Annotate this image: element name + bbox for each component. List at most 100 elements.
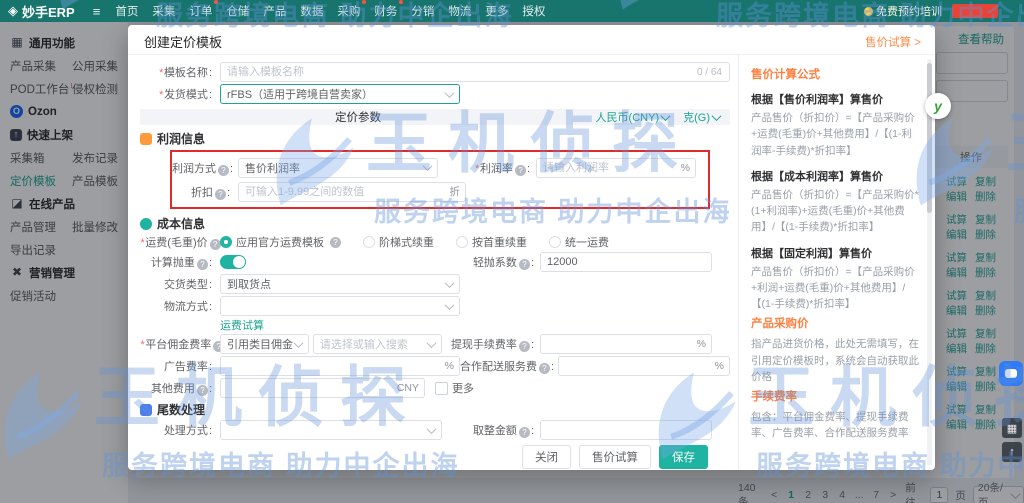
help-section-body: 包含：平台佣金费率、提现手续费率、广告费率、合作配送服务费率 (751, 411, 909, 440)
brand-name: 妙手ERP (22, 4, 75, 20)
freight-option-3[interactable]: 按首重续重 (456, 234, 527, 250)
badge-dot (214, 0, 219, 4)
price-trial-header-link[interactable]: 售价试算 > (865, 34, 921, 50)
profit-rate-label: *利润率? (438, 160, 530, 176)
info-icon: ? (518, 341, 530, 352)
logistics-select[interactable] (220, 296, 460, 316)
delivery-type-select[interactable]: 到取货点 (220, 274, 460, 294)
discount-input[interactable] (238, 181, 466, 202)
annotation-red-box: 利润方式? 售价利润率 *利润率? % (170, 150, 710, 209)
nav-item-2[interactable]: 采集 (152, 3, 175, 19)
price-params-title: 定价参数 (335, 112, 381, 124)
pricing-form: *模板名称 0 / 64 *发货模式 rFBS（适用于跨境自营卖家） 定价参数 (128, 55, 738, 470)
topbar-right: 免费预约培训 (864, 3, 1024, 19)
chat-widget-button[interactable] (999, 361, 1023, 386)
chevron-down-icon (444, 87, 455, 98)
hamburger-icon[interactable]: ≡ (85, 4, 109, 19)
chevron-down-icon (444, 277, 455, 288)
coop-fee-input[interactable] (558, 356, 730, 376)
other-fee-row: 其他费用? CNY 更多 (140, 378, 730, 398)
tail-section-header: 尾数处理 (140, 401, 730, 418)
tail-section-icon (140, 403, 152, 416)
profit-mode-select[interactable]: 售价利润率 (238, 157, 438, 178)
modal-footer: 关闭 售价试算 保存 (140, 441, 730, 471)
profit-mode-label: 利润方式? (172, 160, 230, 176)
help-formula-title: 根据【固定利润】算售价 (751, 247, 872, 260)
currency-select[interactable]: 人民币(CNY) (596, 109, 671, 125)
light-coef-input[interactable] (540, 252, 712, 272)
throw-weight-row: 计算抛重? 轻抛系数? (140, 252, 730, 272)
commission-ref-select[interactable]: 引用类目佣金 (220, 334, 309, 354)
nav-item-1[interactable]: 首页 (115, 3, 138, 19)
save-button[interactable]: 保存 (659, 445, 708, 469)
chevron-down-icon (293, 337, 304, 348)
ad-rate-input[interactable] (220, 356, 460, 376)
nav-item-7[interactable]: 采购 (337, 0, 367, 19)
help-section-body: 指产品进货价格，此处无需填写，在引用定价模板时，系统会自动获取此价格 (751, 338, 919, 383)
profit-rate-input[interactable] (536, 157, 696, 178)
help-content: 售价计算公式 根据【售价利润率】算售价 产品售价（折扣价）=【产品采购价+运费(毛重… (751, 66, 919, 442)
promo-button[interactable] (952, 4, 998, 18)
delivery-type-row: 交货类型 到取货点 (140, 274, 730, 294)
freight-label: *运费(毛重)价? (140, 234, 221, 250)
chat-icon (1005, 369, 1017, 378)
nav-item-12[interactable]: 授权 (522, 3, 545, 19)
discount-label: 折扣? (172, 184, 230, 200)
modal-title: 创建定价模板 (144, 35, 223, 50)
back-to-top-button[interactable]: ↑ (1002, 442, 1022, 462)
chevron-down-icon (711, 110, 722, 121)
nav-item-3[interactable]: 订单 (189, 0, 219, 19)
round-amount-input[interactable] (540, 420, 712, 440)
commission-category-select[interactable]: 请选择或输入搜索 (312, 334, 442, 354)
ad-rate-row: 广告费率 % 合作配送服务费? % (140, 356, 730, 376)
price-params-bar: 定价参数 人民币(CNY) 克(G) (140, 109, 730, 125)
badge-dot (399, 0, 404, 4)
chevron-down-icon (422, 161, 433, 172)
other-fee-label: 其他费用? (140, 380, 212, 396)
price-trial-button[interactable]: 售价试算 (579, 445, 651, 469)
chevron-down-icon (444, 299, 455, 310)
tail-mode-row: 处理方式 取整金额? (140, 420, 730, 440)
other-fee-input[interactable] (220, 378, 425, 398)
withdraw-fee-label: 提现手续费率? (442, 336, 534, 352)
assistant-widget[interactable]: y (925, 93, 951, 119)
ship-mode-select[interactable]: rFBS（适用于跨境自营卖家） (220, 84, 460, 104)
nav-item-11[interactable]: 更多 (485, 3, 508, 19)
scrollbar-thumb[interactable] (927, 63, 932, 213)
radio-icon (456, 236, 468, 248)
nav-item-8[interactable]: 财务 (374, 0, 404, 19)
nav-item-5[interactable]: 产品 (263, 3, 286, 19)
training-link[interactable]: 免费预约培训 (864, 3, 942, 19)
qr-widget-button[interactable]: ▦ (1002, 418, 1022, 438)
freight-option-2[interactable]: 阶梯式续重 (363, 234, 434, 250)
nav-item-9[interactable]: 分销 (411, 3, 434, 19)
arrow-up-icon: ↑ (1009, 446, 1015, 458)
template-name-input[interactable] (220, 62, 730, 82)
freight-trial-link[interactable]: 运费试算 (220, 317, 730, 333)
nav-item-4[interactable]: 仓储 (226, 3, 249, 19)
more-checkbox[interactable] (435, 381, 448, 395)
discount-row: 折扣? 折 (172, 180, 702, 203)
close-button[interactable]: 关闭 (522, 445, 571, 469)
help-formula-title: 根据【售价利润率】算售价 (751, 94, 883, 106)
info-icon: ? (214, 188, 226, 200)
logistics-label: 物流方式 (140, 298, 212, 314)
withdraw-fee-input[interactable] (540, 334, 712, 354)
tail-mode-label: 处理方式 (140, 422, 212, 438)
chevron-down-icon (426, 423, 437, 434)
weight-unit-select[interactable]: 克(G) (683, 109, 722, 125)
ship-mode-label: *发货模式 (140, 86, 212, 102)
coop-fee-label: 合作配送服务费? (460, 358, 552, 374)
template-name-row: *模板名称 0 / 64 (140, 62, 730, 82)
gift-icon (864, 6, 873, 16)
nav-item-6[interactable]: 数据 (300, 3, 323, 19)
info-icon: ? (330, 236, 341, 248)
freight-option-4[interactable]: 统一运费 (549, 234, 609, 250)
modal-body: *模板名称 0 / 64 *发货模式 rFBS（适用于跨境自营卖家） 定价参数 (128, 55, 935, 470)
nav-item-10[interactable]: 物流 (448, 3, 471, 19)
freight-row: *运费(毛重)价? 应用官方运费模板? 阶梯式续重 按首重续重 统一运费 (140, 234, 730, 250)
delivery-type-label: 交货类型 (140, 276, 212, 292)
tail-mode-select[interactable] (220, 420, 442, 440)
throw-weight-toggle[interactable] (220, 255, 246, 269)
freight-option-1[interactable]: 应用官方运费模板? (220, 234, 341, 250)
